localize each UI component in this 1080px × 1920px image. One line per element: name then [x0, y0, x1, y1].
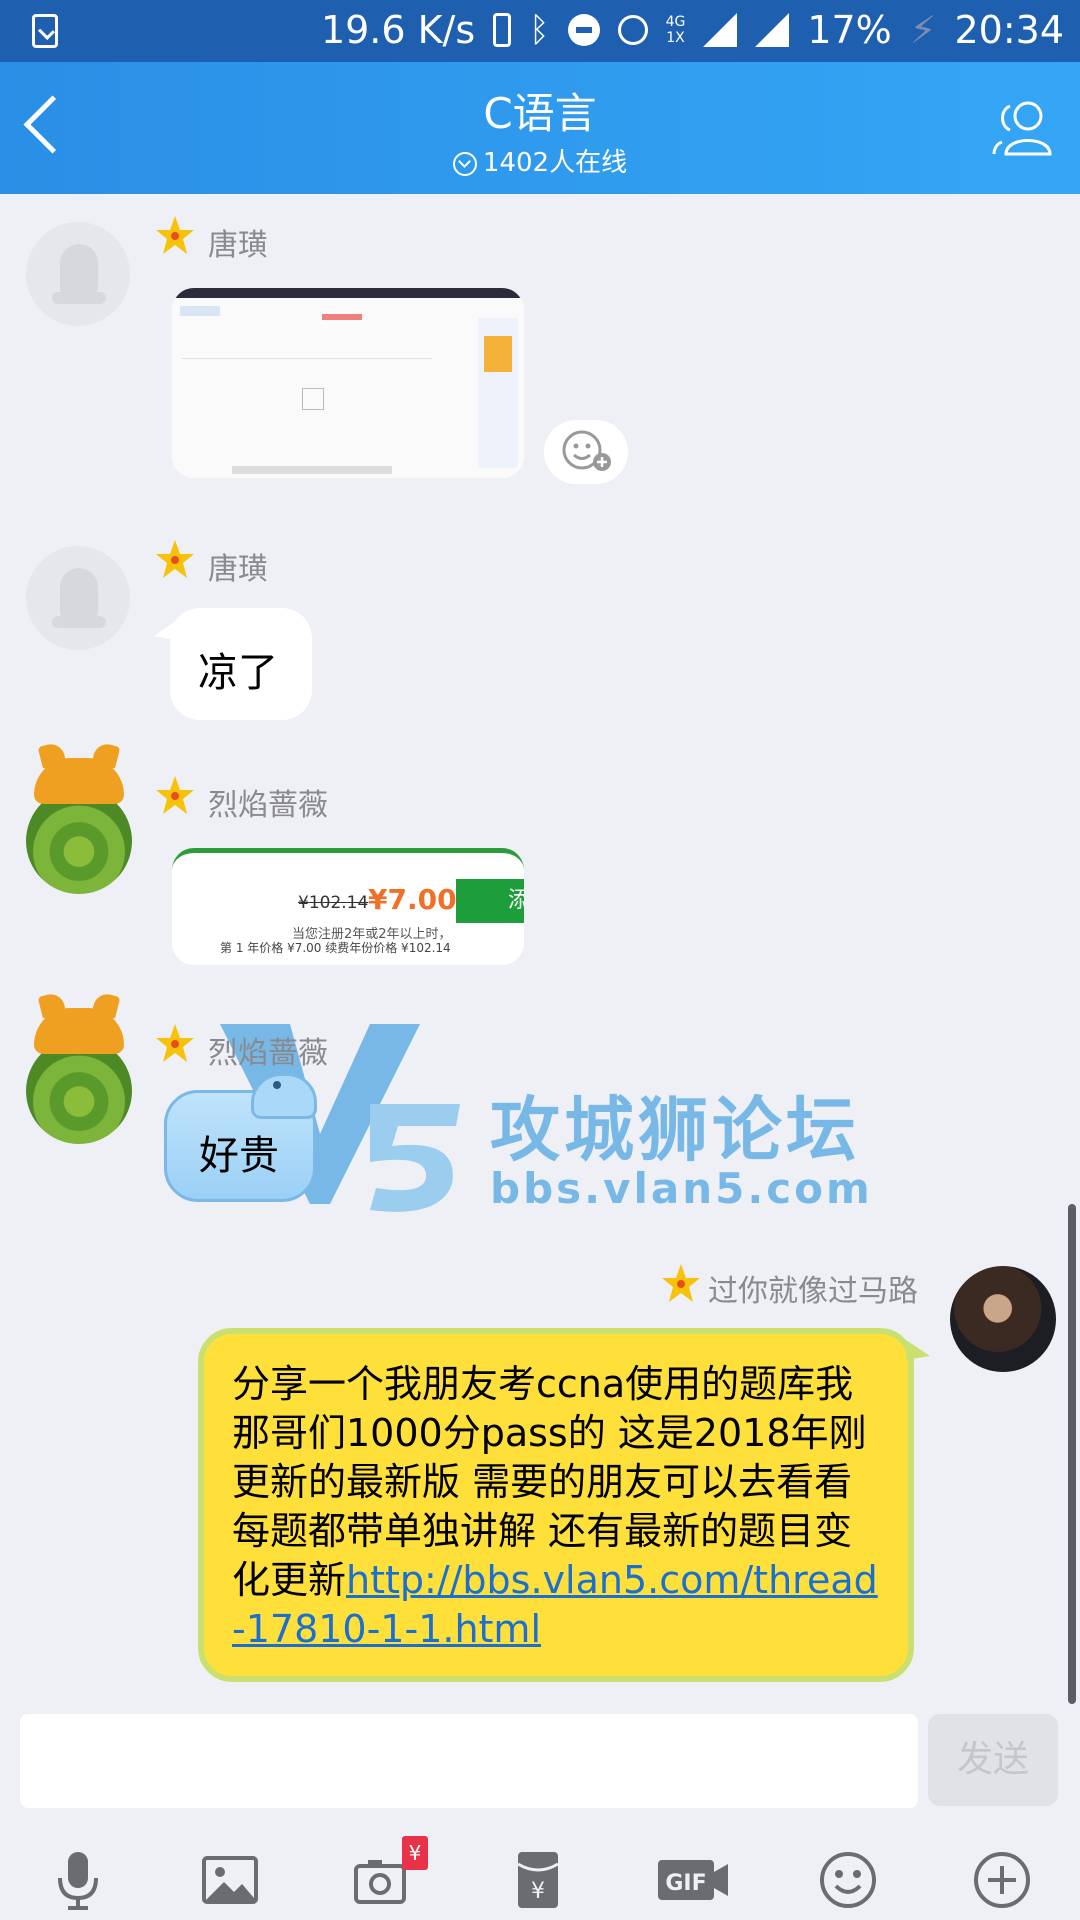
avatar[interactable]: [26, 758, 132, 894]
text-message[interactable]: 分享一个我朋友考ccna使用的题库我那哥们1000分pass的 这是2018年刚…: [198, 1328, 914, 1682]
rank-star-icon: [662, 1264, 700, 1302]
rank-star-icon: [156, 776, 194, 814]
emoji-add-icon: [562, 430, 611, 471]
phone-icon: [493, 13, 512, 47]
group-members-icon[interactable]: [992, 96, 1056, 160]
plus-icon[interactable]: [970, 1848, 1034, 1912]
bluetooth-icon: ᛒ: [529, 10, 550, 50]
avatar[interactable]: [950, 1266, 1056, 1372]
sender-name: 唐璜: [208, 552, 268, 587]
add-reaction-button[interactable]: [544, 420, 628, 484]
svg-text:GIF: GIF: [665, 1871, 706, 1896]
network-speed: 19.6 K/s: [320, 8, 476, 52]
image-icon[interactable]: [198, 1848, 262, 1912]
gif-icon[interactable]: GIF: [656, 1848, 730, 1912]
sender-name: 过你就像过马路: [708, 1274, 918, 1309]
bubble-tail: [906, 1340, 930, 1360]
svg-text:¥: ¥: [531, 1879, 545, 1904]
mic-icon[interactable]: [46, 1848, 110, 1912]
avatar[interactable]: [26, 546, 130, 650]
camera-badge: ¥: [402, 1836, 428, 1870]
charging-icon: ⚡: [909, 8, 937, 52]
send-button[interactable]: 发送: [928, 1714, 1058, 1806]
battery-level: 17%: [807, 8, 892, 52]
scrollbar[interactable]: [1068, 1204, 1076, 1704]
sender-name: 烈焰蔷薇: [208, 788, 328, 823]
group-title: C语言: [483, 89, 597, 138]
do-not-disturb-icon: [567, 14, 600, 46]
download-notification-icon: [32, 14, 58, 48]
rank-star-icon: [156, 216, 194, 254]
text-message[interactable]: 凉了: [170, 608, 312, 720]
emoji-icon[interactable]: [816, 1848, 880, 1912]
text-message[interactable]: 好贵: [164, 1073, 317, 1202]
avatar[interactable]: [26, 1008, 132, 1144]
network-type: 4G 1X: [665, 14, 686, 46]
signal-icon-2: [755, 13, 790, 47]
rank-star-icon: [156, 1024, 194, 1062]
alarm-icon: [617, 15, 648, 45]
bubble-tail: [154, 622, 174, 640]
chevron-down-icon: [452, 151, 477, 176]
image-message[interactable]: ¥102.14 ¥7.00 当您注册2年或2年以上时， 第 1 年价格 ¥7.0…: [172, 848, 524, 965]
status-bar: 19.6 K/s ᛒ 4G 1X 17% ⚡ 20:34: [0, 0, 1080, 62]
image-message[interactable]: [172, 288, 524, 478]
bubble-decoration: [251, 1073, 317, 1119]
message-input[interactable]: [20, 1714, 918, 1808]
rank-star-icon: [156, 540, 194, 578]
red-envelope-icon[interactable]: ¥: [506, 1848, 570, 1912]
sender-name: 唐璜: [208, 228, 268, 263]
input-bar: 发送 ¥ ¥ GIF: [0, 1704, 1080, 1920]
sender-name: 烈焰蔷薇: [208, 1036, 328, 1071]
avatar[interactable]: [26, 222, 130, 326]
chat-message-list[interactable]: 唐璜 唐璜 凉了 烈焰蔷薇 ¥102.14 ¥7.00 当您注册2年或2年以上时…: [0, 194, 1080, 1704]
clock: 20:34: [954, 8, 1064, 52]
signal-icon-1: [703, 13, 738, 47]
watermark: 攻城狮论坛 bbs.vlan5.com: [220, 1024, 960, 1254]
input-toolbar: ¥ ¥ GIF: [0, 1824, 1080, 1920]
chat-header: C语言 1402人在线: [0, 62, 1080, 194]
online-count[interactable]: 1402人在线: [0, 142, 1080, 179]
